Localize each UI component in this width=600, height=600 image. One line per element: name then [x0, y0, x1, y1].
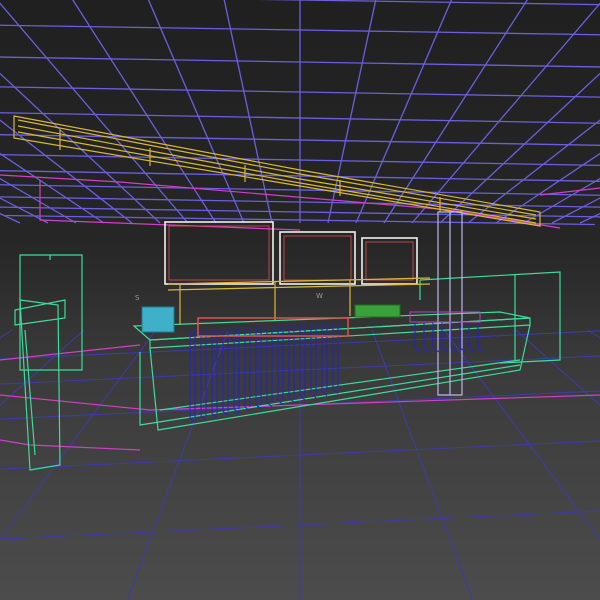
- appliance-frame-line: [468, 347, 476, 353]
- appliance-frame-line: [423, 347, 431, 353]
- range-hood-inner-2: [283, 235, 352, 281]
- mixer-appliance: [141, 306, 175, 333]
- floor-grid-line: [371, 329, 474, 600]
- left-cabinet: [14, 254, 83, 471]
- ceiling-grid-line: [147, 0, 245, 224]
- structural-column: [437, 211, 463, 396]
- floor-grid-line: [587, 329, 600, 339]
- ceiling-grid-line: [0, 177, 77, 224]
- appliance-frame-line: [450, 347, 458, 353]
- ceiling-grid-line: [0, 212, 21, 224]
- kitchen-counter: [132, 271, 561, 431]
- 3d-viewport[interactable]: S W: [0, 0, 600, 600]
- ceiling-grid-line: [0, 72, 161, 224]
- appliance-frame-line: [459, 347, 467, 353]
- floor-grid-line: [443, 329, 600, 541]
- floor-grid-line: [515, 329, 600, 406]
- range-hood-inner-3: [365, 241, 414, 281]
- appliance-frame-line: [441, 347, 449, 353]
- appliance-frame-line: [477, 347, 485, 353]
- appliance-frame-line: [321, 391, 328, 397]
- range-hood-1: [164, 221, 274, 285]
- appliance-frame-line: [200, 415, 207, 421]
- range-hood-3: [361, 237, 418, 285]
- floor-grid-line: [0, 329, 13, 339]
- ceiling-grid-line: [72, 0, 217, 224]
- green-cutting-board: [354, 304, 401, 318]
- marker-label-w: W: [316, 292, 323, 300]
- wireframe-kitchen-scene: S W: [0, 0, 600, 600]
- appliance-frame-line: [332, 388, 339, 394]
- ceiling-grid-line: [355, 0, 453, 224]
- ceiling-soffit: [13, 115, 541, 227]
- range-hoods: [164, 221, 418, 285]
- range-hood-inner-1: [168, 225, 270, 281]
- ceiling-grid: [0, 0, 600, 226]
- marker-label-s: S: [135, 294, 140, 302]
- appliance-frame-line: [414, 347, 422, 353]
- appliance-frame-line: [211, 413, 218, 419]
- range-hood-2: [279, 231, 356, 285]
